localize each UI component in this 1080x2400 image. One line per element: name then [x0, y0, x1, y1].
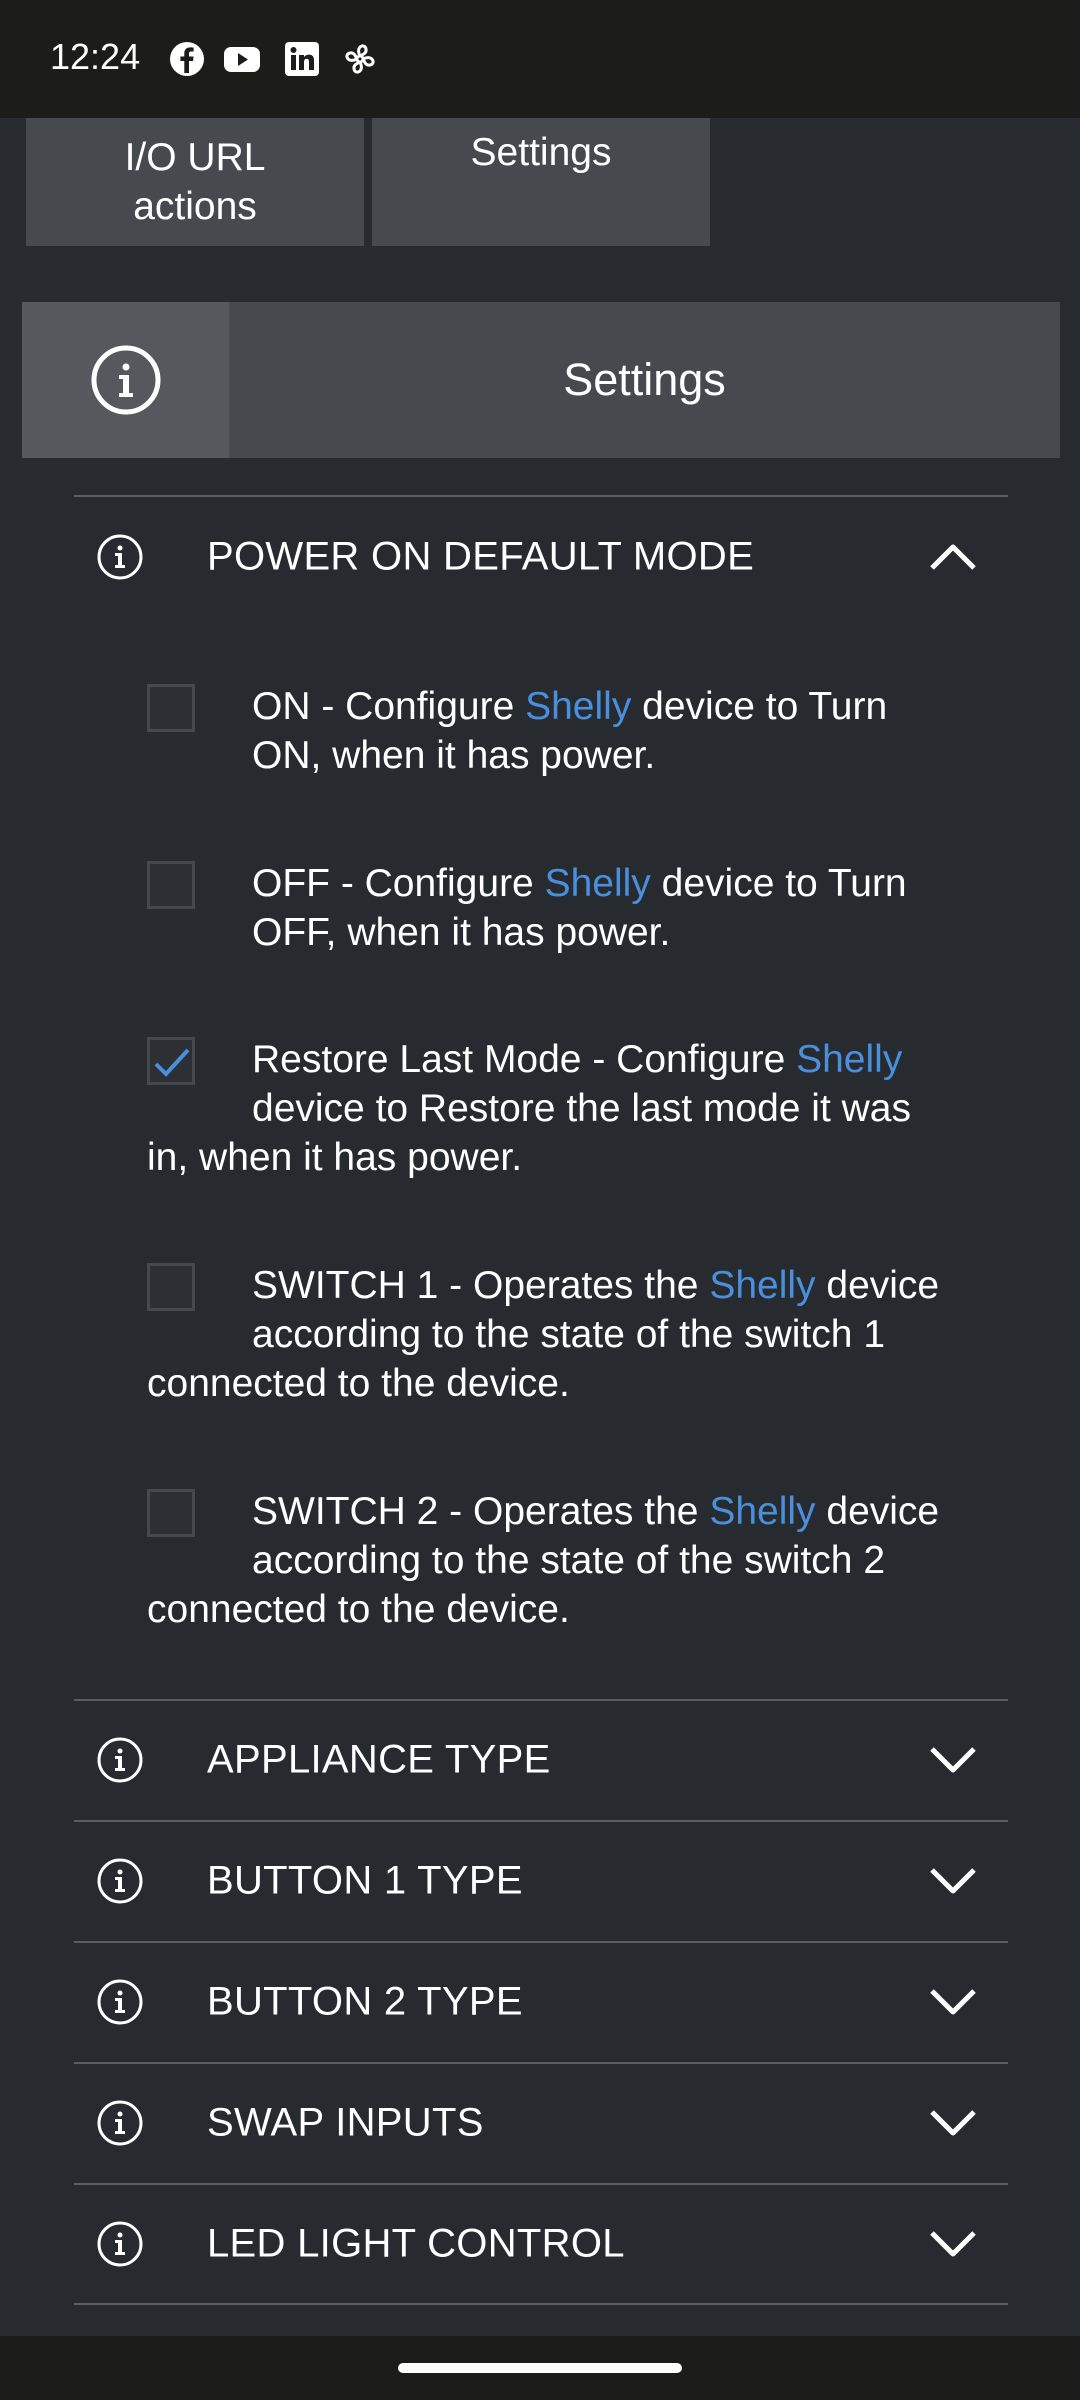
- info-icon[interactable]: [96, 2099, 144, 2147]
- info-icon[interactable]: [96, 533, 144, 581]
- checkbox[interactable]: [147, 861, 195, 909]
- section-appliance-type[interactable]: APPLIANCE TYPE: [74, 1701, 1008, 1819]
- option-power-on[interactable]: ON - Configure Shelly device to Turn ON,…: [147, 682, 947, 780]
- option-switch-1[interactable]: SWITCH 1 - Operates the Shelly device ac…: [147, 1261, 947, 1408]
- divider: [74, 2303, 1008, 2305]
- section-label: BUTTON 1 TYPE: [207, 1858, 523, 1903]
- info-icon: [91, 345, 160, 415]
- brand-link: Shelly: [796, 1038, 903, 1081]
- brand-link: Shelly: [709, 1490, 816, 1533]
- youtube-icon: [223, 40, 261, 78]
- option-text-prefix: Restore Last Mode - Configure: [252, 1038, 797, 1081]
- checkbox-checked[interactable]: [147, 1037, 195, 1085]
- settings-info-button[interactable]: [22, 302, 229, 458]
- tab-settings-label: Settings: [470, 131, 612, 174]
- option-text-suffix: device to Restore the last mode it was i…: [147, 1087, 911, 1179]
- brand-link: Shelly: [709, 1264, 816, 1307]
- tab-io-url-actions[interactable]: I/O URL actions: [26, 118, 364, 246]
- option-text-prefix: ON - Configure: [252, 685, 526, 728]
- tab-settings[interactable]: Settings: [372, 118, 710, 246]
- section-button-1-type[interactable]: BUTTON 1 TYPE: [74, 1822, 1008, 1940]
- section-swap-inputs[interactable]: SWAP INPUTS: [74, 2064, 1008, 2182]
- info-icon[interactable]: [96, 1978, 144, 2026]
- tab-io-url-actions-label: I/O URL actions: [124, 136, 266, 228]
- section-power-on-default-mode[interactable]: POWER ON DEFAULT MODE: [74, 498, 1008, 616]
- chevron-down-icon[interactable]: [928, 1745, 978, 1775]
- info-icon[interactable]: [96, 1857, 144, 1905]
- chevron-down-icon[interactable]: [928, 1987, 978, 2017]
- chevron-up-icon[interactable]: [928, 542, 978, 572]
- section-label: POWER ON DEFAULT MODE: [207, 534, 755, 579]
- section-label: APPLIANCE TYPE: [207, 1737, 551, 1782]
- section-label: LED LIGHT CONTROL: [207, 2221, 625, 2266]
- brand-link: Shelly: [525, 685, 632, 728]
- checkbox[interactable]: [147, 1263, 195, 1311]
- option-power-off[interactable]: OFF - Configure Shelly device to Turn OF…: [147, 859, 947, 957]
- info-icon[interactable]: [96, 2220, 144, 2268]
- status-time: 12:24: [50, 36, 141, 77]
- option-text-prefix: SWITCH 2 - Operates the: [252, 1490, 710, 1533]
- settings-header: Settings: [22, 302, 1060, 458]
- section-button-2-type[interactable]: BUTTON 2 TYPE: [74, 1943, 1008, 2061]
- divider: [74, 495, 1008, 497]
- section-label: SWAP INPUTS: [207, 2100, 484, 2145]
- brand-link: Shelly: [544, 862, 651, 905]
- option-text-prefix: OFF - Configure: [252, 862, 545, 905]
- checkbox[interactable]: [147, 1489, 195, 1537]
- chevron-down-icon[interactable]: [928, 1866, 978, 1896]
- facebook-icon: [168, 40, 206, 78]
- page-title: Settings: [563, 354, 726, 405]
- checkmark-icon: [154, 1048, 190, 1077]
- option-restore-last-mode[interactable]: Restore Last Mode - Configure Shelly dev…: [147, 1035, 947, 1182]
- checkbox[interactable]: [147, 684, 195, 732]
- section-led-light-control[interactable]: LED LIGHT CONTROL: [74, 2185, 1008, 2303]
- fan-icon: [341, 40, 379, 78]
- home-gesture-handle[interactable]: [398, 2363, 682, 2373]
- section-label: BUTTON 2 TYPE: [207, 1979, 523, 2024]
- status-bar: 12:24: [0, 0, 1080, 118]
- info-icon[interactable]: [96, 1736, 144, 1784]
- option-text-prefix: SWITCH 1 - Operates the: [252, 1264, 710, 1307]
- linkedin-icon: [283, 40, 321, 78]
- chevron-down-icon[interactable]: [928, 2229, 978, 2259]
- chevron-down-icon[interactable]: [928, 2108, 978, 2138]
- option-switch-2[interactable]: SWITCH 2 - Operates the Shelly device ac…: [147, 1487, 947, 1634]
